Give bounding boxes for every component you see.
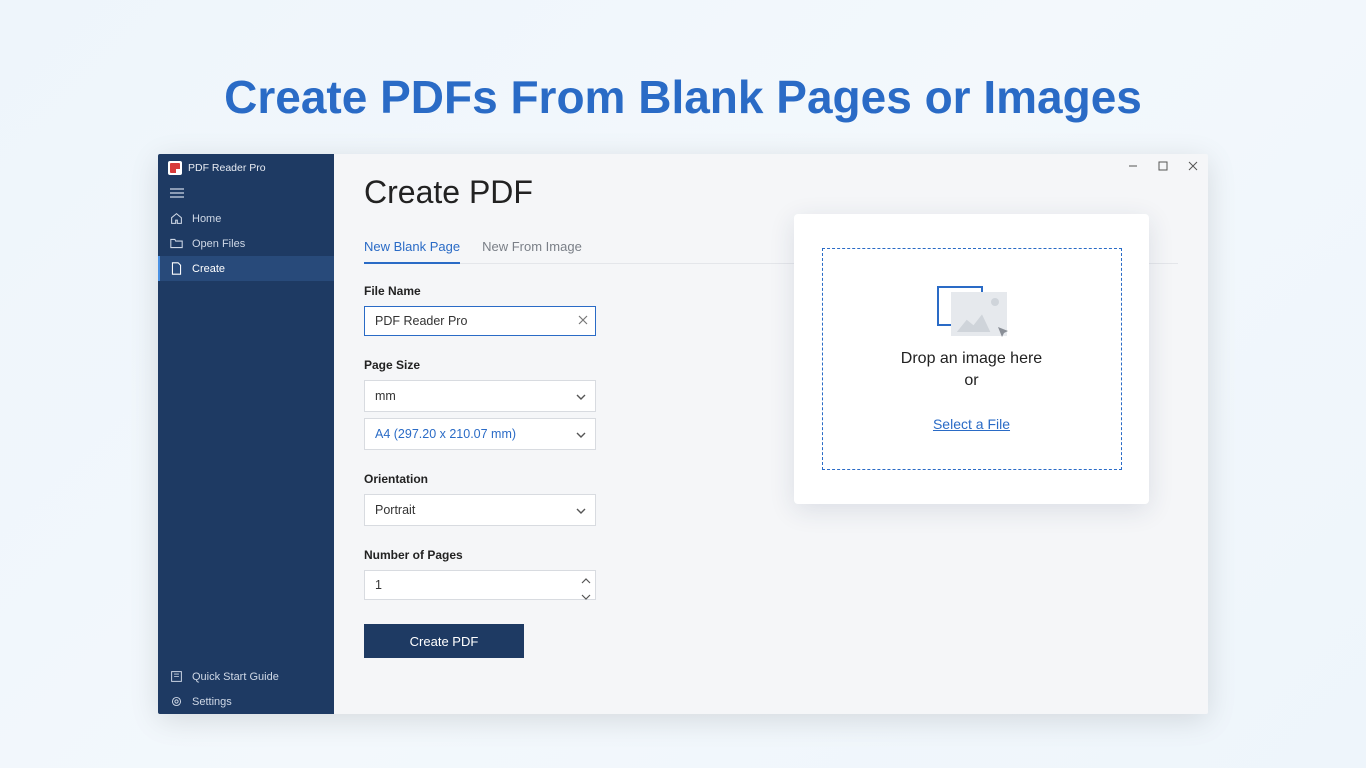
sidebar-item-label: Home bbox=[192, 213, 221, 225]
field-file-name: File Name bbox=[364, 284, 596, 336]
guide-icon bbox=[170, 670, 183, 683]
chevron-down-icon bbox=[575, 505, 587, 520]
create-form: File Name Page Size mm A4 (297.20 x 210.… bbox=[364, 284, 596, 658]
spinner-up-button[interactable] bbox=[581, 574, 591, 588]
sidebar-item-label: Settings bbox=[192, 696, 232, 708]
file-name-input[interactable] bbox=[364, 306, 596, 336]
page-title: Create PDF bbox=[364, 174, 1178, 211]
app-titlebar: PDF Reader Pro bbox=[158, 154, 334, 182]
select-value: Portrait bbox=[375, 503, 415, 517]
app-window: PDF Reader Pro Home Open Files Create Qu… bbox=[158, 154, 1208, 714]
field-page-size: Page Size mm A4 (297.20 x 210.07 mm) bbox=[364, 358, 596, 450]
sidebar-item-label: Open Files bbox=[192, 238, 245, 250]
spinner-down-button[interactable] bbox=[581, 590, 591, 604]
create-pdf-button[interactable]: Create PDF bbox=[364, 624, 524, 658]
app-logo-icon bbox=[168, 161, 182, 175]
field-orientation: Orientation Portrait bbox=[364, 472, 596, 526]
sidebar-item-home[interactable]: Home bbox=[158, 206, 334, 231]
chevron-down-icon bbox=[575, 429, 587, 444]
chevron-up-icon bbox=[581, 577, 591, 585]
hamburger-button[interactable] bbox=[158, 182, 334, 206]
image-drop-icon bbox=[937, 286, 1007, 338]
drop-line2: or bbox=[901, 370, 1042, 392]
chevron-down-icon bbox=[575, 391, 587, 406]
tab-new-from-image[interactable]: New From Image bbox=[482, 239, 582, 263]
hero-title: Create PDFs From Blank Pages or Images bbox=[0, 0, 1366, 154]
page-size-label: Page Size bbox=[364, 358, 596, 372]
tab-new-blank-page[interactable]: New Blank Page bbox=[364, 239, 460, 264]
select-value: mm bbox=[375, 389, 396, 403]
sidebar-item-open-files[interactable]: Open Files bbox=[158, 231, 334, 256]
sidebar: PDF Reader Pro Home Open Files Create Qu… bbox=[158, 154, 334, 714]
folder-icon bbox=[170, 237, 183, 250]
gear-icon bbox=[170, 695, 183, 708]
chevron-down-icon bbox=[581, 593, 591, 601]
app-name: PDF Reader Pro bbox=[188, 162, 266, 174]
sidebar-item-quick-start[interactable]: Quick Start Guide bbox=[158, 664, 334, 689]
clear-input-button[interactable] bbox=[577, 313, 589, 331]
cursor-icon bbox=[997, 326, 1011, 340]
page-size-preset-select[interactable]: A4 (297.20 x 210.07 mm) bbox=[364, 418, 596, 450]
sidebar-nav: Home Open Files Create bbox=[158, 206, 334, 664]
document-icon bbox=[170, 262, 183, 275]
sidebar-item-create[interactable]: Create bbox=[158, 256, 334, 281]
numeric-value: 1 bbox=[375, 578, 382, 592]
field-num-pages: Number of Pages 1 bbox=[364, 548, 596, 600]
page-size-unit-select[interactable]: mm bbox=[364, 380, 596, 412]
sidebar-item-label: Quick Start Guide bbox=[192, 671, 279, 683]
num-pages-input[interactable]: 1 bbox=[364, 570, 596, 600]
orientation-select[interactable]: Portrait bbox=[364, 494, 596, 526]
close-icon bbox=[577, 314, 589, 326]
num-pages-label: Number of Pages bbox=[364, 548, 596, 562]
main-content: Create PDF New Blank Page New From Image… bbox=[334, 154, 1208, 714]
drop-zone[interactable]: Drop an image here or Select a File bbox=[822, 248, 1122, 470]
select-value: A4 (297.20 x 210.07 mm) bbox=[375, 427, 516, 441]
sidebar-bottom: Quick Start Guide Settings bbox=[158, 664, 334, 714]
drop-text: Drop an image here or bbox=[901, 348, 1042, 391]
file-name-label: File Name bbox=[364, 284, 596, 298]
home-icon bbox=[170, 212, 183, 225]
sidebar-item-settings[interactable]: Settings bbox=[158, 689, 334, 714]
drop-panel: Drop an image here or Select a File bbox=[794, 214, 1149, 504]
select-file-link[interactable]: Select a File bbox=[933, 416, 1010, 432]
drop-line1: Drop an image here bbox=[901, 348, 1042, 370]
sidebar-item-label: Create bbox=[192, 263, 225, 275]
orientation-label: Orientation bbox=[364, 472, 596, 486]
